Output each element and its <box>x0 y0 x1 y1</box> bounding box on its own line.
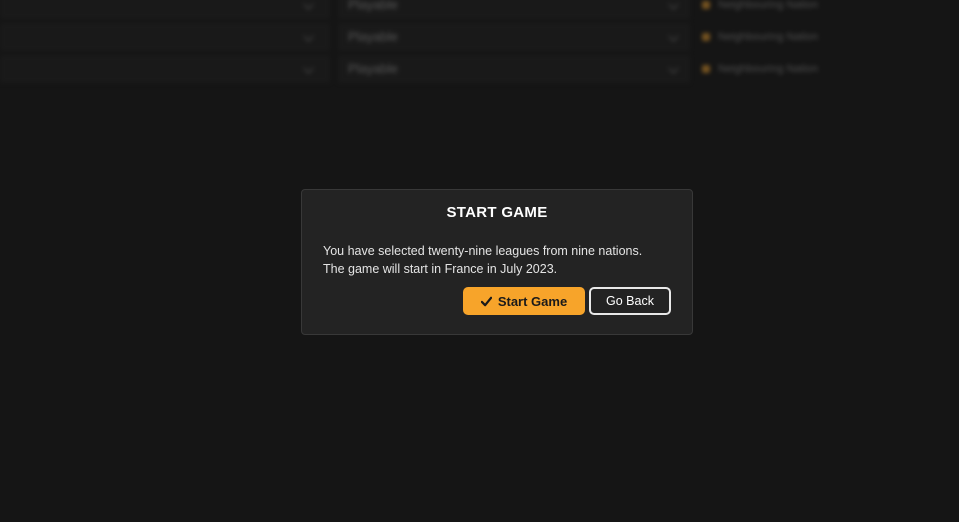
go-back-button[interactable]: Go Back <box>589 287 671 315</box>
chevron-down-icon <box>303 0 314 10</box>
nation-tag-label: Neighbouring Nation <box>718 31 819 43</box>
league-status-dropdown: Playable <box>338 0 690 19</box>
dialog-message-line: You have selected twenty-nine leagues fr… <box>323 244 643 258</box>
league-status-value: Playable <box>348 61 398 76</box>
chevron-down-icon <box>668 63 679 74</box>
league-dropdown <box>0 55 330 83</box>
dialog-message: You have selected twenty-nine leagues fr… <box>323 242 673 278</box>
check-icon <box>480 296 492 306</box>
league-status-dropdown: Playable <box>338 23 690 51</box>
league-row: Playable Neighbouring Nation <box>0 23 840 51</box>
start-game-label: Start Game <box>497 293 568 309</box>
go-back-label: Go Back <box>606 294 654 308</box>
nation-tag-label: Neighbouring Nation <box>718 63 819 75</box>
start-game-button[interactable]: Start Game <box>463 287 585 315</box>
league-row: Playable Neighbouring Nation <box>0 0 840 19</box>
nation-tag: Neighbouring Nation <box>702 0 818 19</box>
league-dropdown <box>0 23 330 51</box>
chevron-down-icon <box>668 0 679 10</box>
nation-tag-label: Neighbouring Nation <box>718 0 819 11</box>
nation-tag: Neighbouring Nation <box>702 55 818 83</box>
chevron-down-icon <box>303 31 314 42</box>
league-status-value: Playable <box>348 0 398 12</box>
dialog-message-line: The game will start in France in July 20… <box>323 262 558 276</box>
tag-dot-icon <box>702 65 710 73</box>
chevron-down-icon <box>303 63 314 74</box>
league-status-value: Playable <box>348 29 398 44</box>
tag-dot-icon <box>702 33 710 41</box>
dialog-title: START GAME <box>446 204 548 221</box>
league-dropdown <box>0 0 330 19</box>
chevron-down-icon <box>668 31 679 42</box>
start-game-dialog: START GAME You have selected twenty-nine… <box>301 189 693 335</box>
nation-tag: Neighbouring Nation <box>702 23 818 51</box>
league-status-dropdown: Playable <box>338 55 690 83</box>
league-row: Playable Neighbouring Nation <box>0 55 840 83</box>
tag-dot-icon <box>702 1 710 9</box>
